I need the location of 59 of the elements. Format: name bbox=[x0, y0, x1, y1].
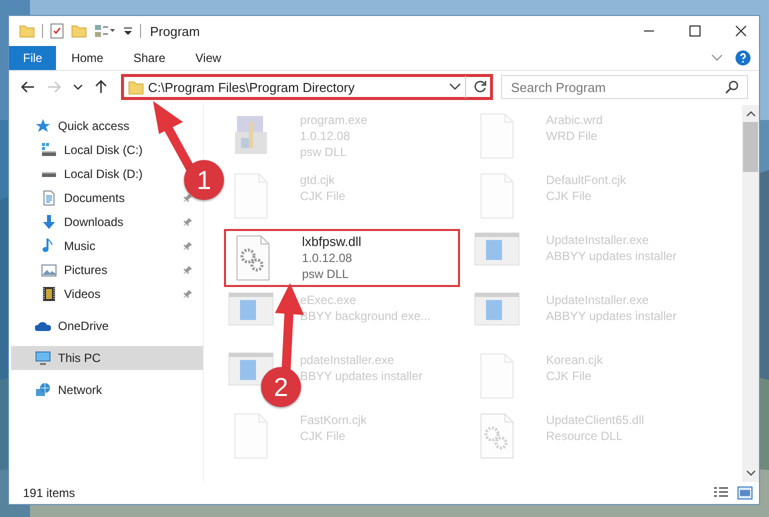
search-field[interactable]: Search Program bbox=[501, 75, 748, 99]
pin-icon bbox=[183, 289, 193, 299]
sidebar-item[interactable]: Local Disk (C:) bbox=[41, 138, 147, 162]
sidebar-item[interactable]: Network bbox=[35, 378, 106, 402]
pin-icon bbox=[183, 193, 193, 203]
up-icon[interactable] bbox=[95, 80, 107, 94]
network-icon bbox=[35, 382, 51, 398]
ribbon-tab[interactable]: Home bbox=[56, 46, 118, 70]
close-icon[interactable] bbox=[735, 25, 747, 37]
sidebar-item[interactable]: Music bbox=[41, 234, 100, 258]
properties-icon[interactable] bbox=[94, 24, 116, 38]
help-icon[interactable] bbox=[735, 50, 751, 66]
scroll-up-icon[interactable] bbox=[746, 110, 756, 118]
ribbon-tab[interactable]: View bbox=[180, 46, 236, 70]
callout-arrow bbox=[153, 101, 194, 172]
scroll-thumb[interactable] bbox=[743, 122, 758, 172]
download-icon bbox=[41, 214, 57, 230]
monitor-icon bbox=[35, 350, 51, 366]
sidebar-item[interactable]: Local Disk (D:) bbox=[41, 162, 147, 186]
sidebar-item[interactable]: OneDrive bbox=[35, 314, 113, 338]
sidebar-item[interactable]: Downloads bbox=[41, 210, 128, 234]
picture-icon bbox=[41, 262, 57, 278]
dropdown-caret-icon[interactable] bbox=[449, 83, 461, 91]
checklist-icon[interactable] bbox=[50, 23, 64, 39]
large-icons-view-icon[interactable] bbox=[737, 486, 753, 500]
drive-icon bbox=[41, 172, 57, 176]
item-count: 191 items bbox=[23, 486, 76, 500]
expand-ribbon-icon[interactable] bbox=[711, 54, 723, 62]
drive-icon bbox=[41, 142, 57, 158]
file-tab[interactable]: File bbox=[9, 46, 56, 70]
pin-icon bbox=[183, 265, 193, 275]
back-icon[interactable] bbox=[21, 81, 35, 93]
pin-icon bbox=[183, 217, 193, 227]
sidebar-item[interactable]: Documents bbox=[41, 186, 129, 210]
file-detail: 1.0.12.08 bbox=[302, 250, 354, 266]
address-bar[interactable]: C:\Program Files\Program Directory bbox=[121, 74, 493, 100]
sidebar-item[interactable]: Videos bbox=[41, 282, 104, 306]
folder-icon bbox=[128, 79, 144, 95]
sidebar-item[interactable]: This PC bbox=[11, 346, 203, 370]
film-icon bbox=[41, 286, 57, 302]
search-icon bbox=[725, 80, 739, 94]
star-icon bbox=[35, 118, 51, 134]
sidebar-item[interactable]: Pictures bbox=[41, 258, 112, 282]
folder-icon bbox=[19, 24, 35, 38]
refresh-icon[interactable] bbox=[473, 80, 487, 94]
window-title: Program bbox=[150, 24, 200, 38]
file-detail: psw DLL bbox=[302, 266, 350, 282]
file-name: lxbfpsw.dll bbox=[302, 234, 362, 250]
customize-caret-icon[interactable] bbox=[123, 26, 133, 36]
scrollbar[interactable] bbox=[742, 105, 759, 482]
sidebar-item[interactable]: Quick access bbox=[35, 114, 134, 138]
pin-icon bbox=[183, 241, 193, 251]
address-path: C:\Program Files\Program Directory bbox=[148, 80, 356, 94]
scroll-down-icon[interactable] bbox=[746, 469, 756, 477]
ribbon-tab[interactable]: Share bbox=[118, 46, 180, 70]
recent-locations-icon[interactable] bbox=[73, 83, 83, 91]
maximize-icon[interactable] bbox=[689, 25, 701, 37]
document-icon bbox=[41, 190, 57, 206]
details-view-icon[interactable] bbox=[713, 486, 729, 500]
